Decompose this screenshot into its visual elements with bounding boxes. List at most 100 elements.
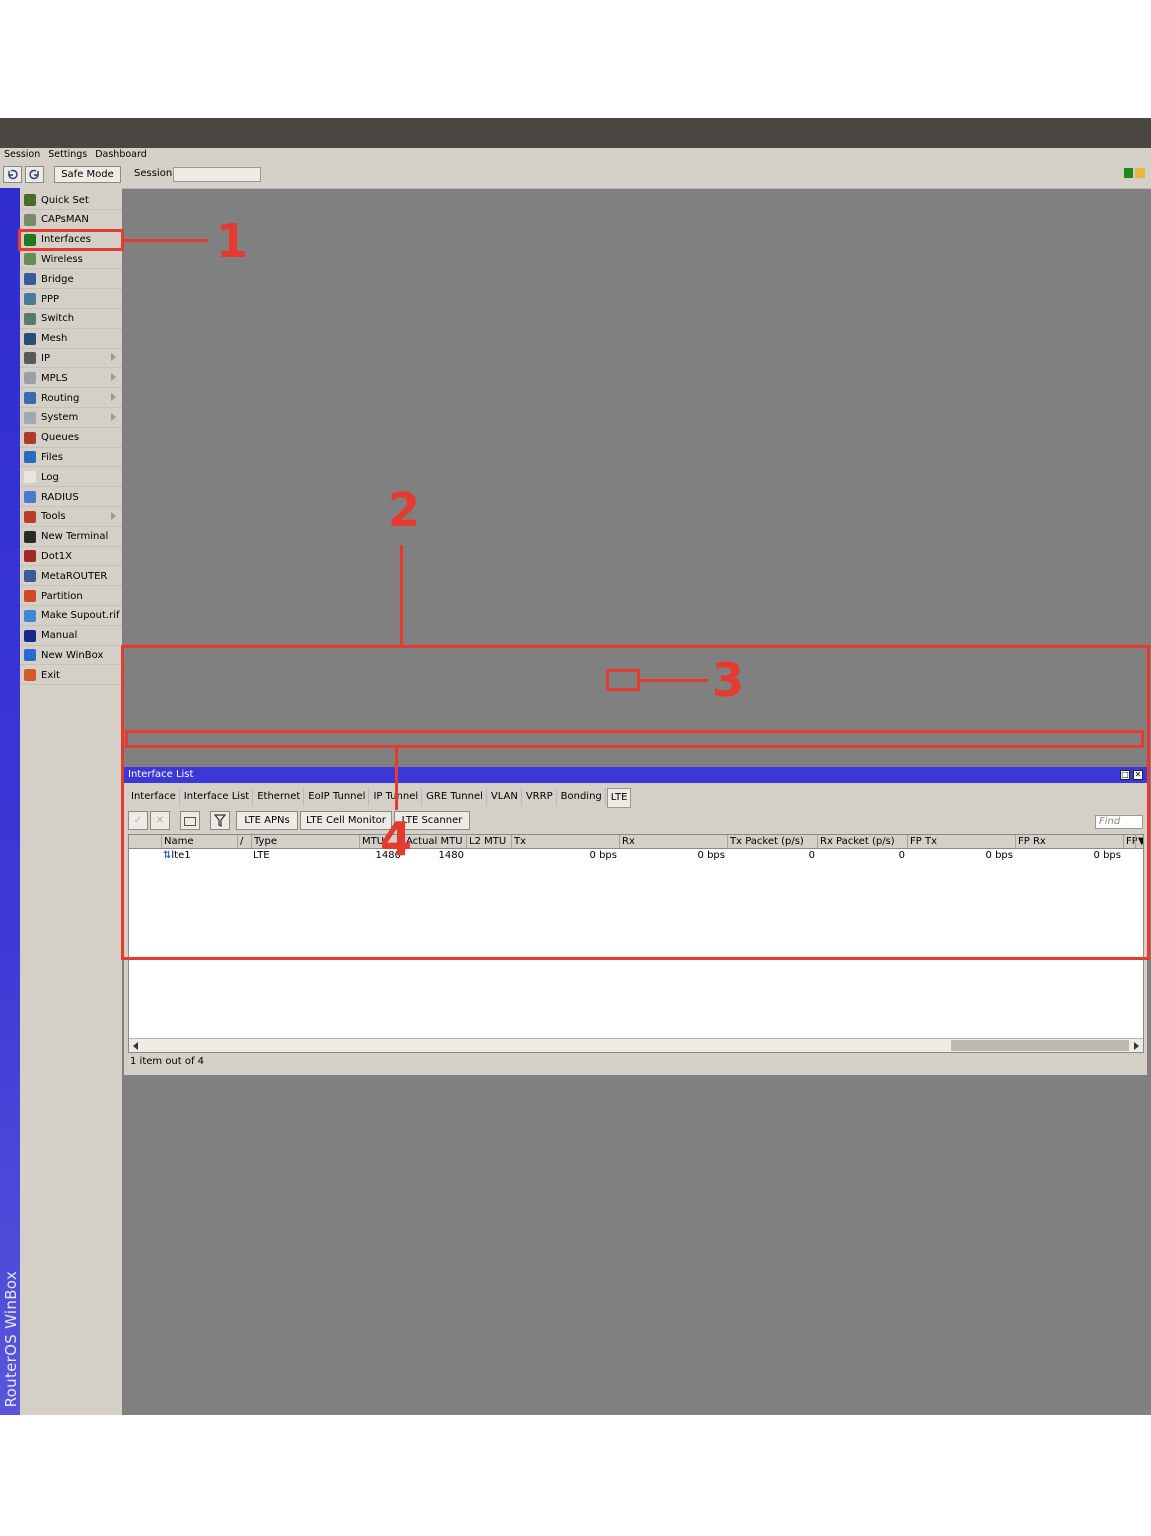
- terminal-icon: [24, 530, 36, 543]
- sidebar-item-label: Tools: [41, 511, 66, 523]
- queues-icon: [24, 431, 36, 444]
- sidebar-item-bridge[interactable]: Bridge: [20, 270, 122, 290]
- sidebar-item-label: Mesh: [41, 333, 68, 345]
- scrollbar-thumb[interactable]: [951, 1040, 1129, 1051]
- sidebar-item-mesh[interactable]: Mesh: [20, 330, 122, 349]
- sidebar-item-radius[interactable]: RADIUS: [20, 488, 122, 507]
- manual-icon: [24, 629, 36, 642]
- winbox-icon: [24, 649, 36, 662]
- scroll-left-icon[interactable]: [133, 1042, 138, 1050]
- dot1x-icon: [24, 550, 36, 563]
- metarouter-icon: [24, 570, 36, 583]
- sidebar-item-partition[interactable]: Partition: [20, 587, 122, 606]
- sidebar-item-metarouter[interactable]: MetaROUTER: [20, 567, 122, 587]
- sidebar-item-label: New Terminal: [41, 531, 109, 543]
- sidebar-item-dot1x[interactable]: Dot1X: [20, 547, 122, 567]
- sidebar-item-routing[interactable]: Routing: [20, 389, 122, 408]
- sidebar-item-ppp[interactable]: PPP: [20, 290, 122, 309]
- session-input[interactable]: [173, 167, 261, 182]
- sidebar-item-label: Manual: [41, 630, 78, 642]
- redo-button[interactable]: [25, 166, 44, 183]
- sidebar-item-switch[interactable]: Switch: [20, 310, 122, 329]
- sidebar-item-exit[interactable]: Exit: [20, 666, 122, 686]
- sidebar-item-log[interactable]: Log: [20, 468, 122, 488]
- annotation-line-2: [400, 545, 403, 645]
- antenna-icon: [24, 213, 36, 226]
- routing-icon: [24, 392, 36, 404]
- bridge-icon: [24, 273, 36, 286]
- status-indicators: [1124, 168, 1145, 178]
- supout-icon: [24, 609, 36, 622]
- safe-mode-button[interactable]: Safe Mode: [54, 166, 121, 183]
- menu-session[interactable]: Session: [0, 148, 44, 162]
- sidebar-item-new-terminal[interactable]: New Terminal: [20, 528, 122, 547]
- lock-icon: [1135, 168, 1145, 178]
- sidebar-item-label: IP: [41, 352, 50, 364]
- sidebar-item-label: Wireless: [41, 253, 83, 265]
- log-icon: [24, 471, 36, 484]
- annotation-number-1: 1: [216, 214, 249, 268]
- sidebar-item-new-winbox[interactable]: New WinBox: [20, 646, 122, 666]
- sidebar-item-label: Switch: [41, 313, 75, 325]
- annotation-number-2: 2: [388, 483, 421, 537]
- annotation-box-interfaces: [18, 229, 124, 251]
- sidebar-item-ip[interactable]: IP: [20, 349, 122, 369]
- sidebar-item-label: CAPsMAN: [41, 214, 89, 226]
- window-status-text: 1 item out of 4: [130, 1056, 205, 1067]
- mpls-icon: [24, 372, 36, 385]
- sidebar-item-label: Files: [41, 451, 63, 463]
- sidebar-menu: Quick Set CAPsMAN Interfaces Wireless Bridge…: [20, 188, 122, 1415]
- scroll-right-icon[interactable]: [1134, 1042, 1139, 1050]
- sidebar-item-files[interactable]: Files: [20, 448, 122, 468]
- wireless-icon: [24, 253, 36, 266]
- menu-dashboard[interactable]: Dashboard: [91, 148, 151, 162]
- sidebar-item-label: Quick Set: [41, 194, 89, 206]
- sidebar-item-capsman[interactable]: CAPsMAN: [20, 211, 122, 230]
- sidebar-item-quick-set[interactable]: Quick Set: [20, 191, 122, 210]
- sidebar-item-make-supout-rif[interactable]: Make Supout.rif: [20, 607, 122, 626]
- annotation-number-3: 3: [712, 653, 745, 707]
- session-label: Session:: [134, 168, 176, 179]
- sidebar-item-label: RADIUS: [41, 491, 79, 503]
- mesh-icon: [24, 332, 36, 345]
- sidebar-item-label: New WinBox: [41, 649, 104, 661]
- sidebar-item-label: MPLS: [41, 372, 68, 384]
- menu-settings[interactable]: Settings: [44, 148, 91, 162]
- submenu-arrow-icon: [111, 412, 116, 421]
- undo-button[interactable]: [3, 166, 22, 183]
- tools-icon: [24, 510, 36, 523]
- sidebar-item-system[interactable]: System: [20, 409, 122, 428]
- sidebar-item-label: Routing: [41, 392, 80, 404]
- horizontal-scrollbar[interactable]: [129, 1038, 1143, 1052]
- sidebar-item-label: Log: [41, 471, 59, 483]
- files-icon: [24, 451, 36, 464]
- redo-icon: [29, 169, 39, 180]
- exit-icon: [24, 669, 36, 682]
- sidebar-item-queues[interactable]: Queues: [20, 429, 122, 448]
- brand-label: RouterOS WinBox: [2, 1270, 20, 1407]
- submenu-arrow-icon: [111, 353, 116, 362]
- sidebar-item-mpls[interactable]: MPLS: [20, 369, 122, 389]
- sidebar-item-label: PPP: [41, 293, 60, 305]
- submenu-arrow-icon: [111, 373, 116, 382]
- annotation-box-lte-tab: [606, 669, 640, 691]
- switch-icon: [24, 312, 36, 325]
- annotation-line-4: [395, 748, 398, 810]
- ppp-icon: [24, 293, 36, 305]
- sidebar-item-label: Partition: [41, 590, 83, 602]
- system-icon: [24, 411, 36, 424]
- wand-icon: [24, 194, 36, 206]
- submenu-arrow-icon: [111, 511, 116, 520]
- connection-status-icon: [1124, 168, 1133, 178]
- sidebar-item-label: System: [41, 412, 79, 424]
- sidebar-item-manual[interactable]: Manual: [20, 627, 122, 646]
- sidebar-item-tools[interactable]: Tools: [20, 508, 122, 527]
- sidebar-item-label: Exit: [41, 669, 60, 681]
- sidebar-item-label: Make Supout.rif: [41, 610, 120, 622]
- sidebar-item-wireless[interactable]: Wireless: [20, 250, 122, 270]
- main-toolbar: Safe Mode Session:: [0, 162, 1151, 189]
- sidebar-item-label: MetaROUTER: [41, 570, 108, 582]
- window-titlebar: [0, 118, 1151, 148]
- sidebar-item-label: Bridge: [41, 273, 74, 285]
- brand-stripe: RouterOS WinBox: [0, 188, 20, 1415]
